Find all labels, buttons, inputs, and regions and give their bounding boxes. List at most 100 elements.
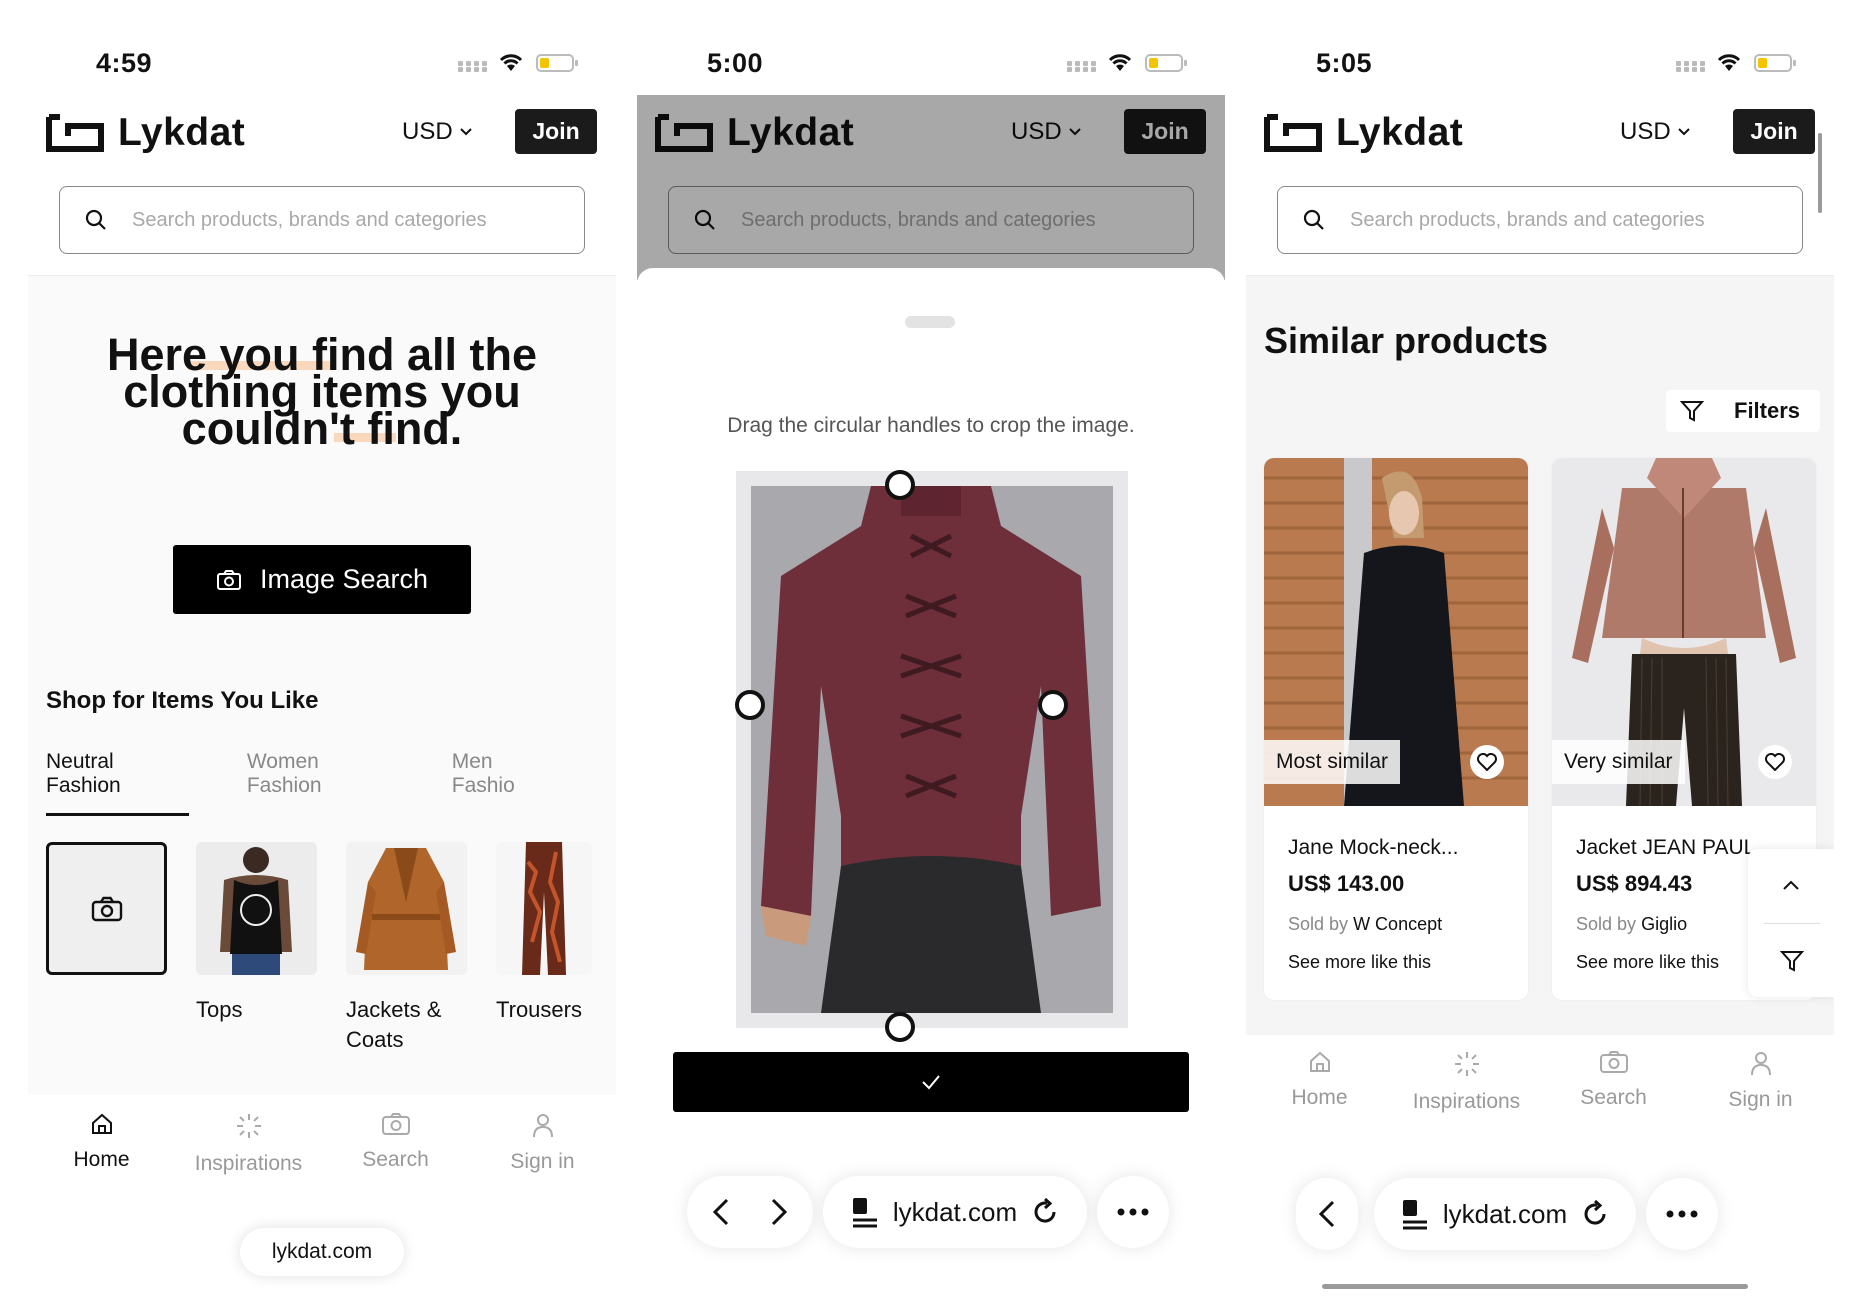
browser-more-button[interactable] xyxy=(1646,1178,1718,1250)
nav-home[interactable]: Home xyxy=(1246,1050,1393,1114)
wishlist-button[interactable] xyxy=(1758,745,1792,779)
tab-women-fashion[interactable]: Women Fashion xyxy=(247,750,392,798)
category-list: Tops Jackets & Coats Trousers xyxy=(46,842,616,1055)
signal-icon-row2 xyxy=(1676,67,1705,72)
image-search-button[interactable]: Image Search xyxy=(173,545,471,614)
uploaded-image xyxy=(751,486,1113,1013)
nav-search[interactable]: Search xyxy=(322,1112,469,1176)
wishlist-button[interactable] xyxy=(1470,745,1504,779)
crop-handle-left[interactable] xyxy=(735,690,765,720)
seller-name[interactable]: Giglio xyxy=(1641,914,1687,934)
floating-actions xyxy=(1748,849,1834,997)
reload-icon[interactable] xyxy=(1031,1198,1059,1226)
tab-men-fashion[interactable]: Men Fashio xyxy=(452,750,556,798)
browser-toolbar: lykdat.com xyxy=(687,1176,1169,1248)
more-icon xyxy=(1666,1210,1698,1218)
product-name[interactable]: Jane Mock-neck... xyxy=(1288,836,1458,860)
nav-label: Home xyxy=(73,1148,130,1171)
category-label: Trousers xyxy=(496,997,582,1022)
signal-icon xyxy=(458,61,487,66)
confirm-crop-button[interactable] xyxy=(673,1052,1189,1112)
status-time: 5:05 xyxy=(1316,48,1373,78)
currency-selector[interactable]: USD xyxy=(402,118,473,146)
join-button[interactable]: Join xyxy=(515,109,597,154)
currency-selector[interactable]: USD xyxy=(1620,118,1691,146)
category-trousers[interactable]: Trousers xyxy=(496,842,616,1055)
scroll-top-icon[interactable] xyxy=(1782,879,1800,891)
product-name[interactable]: Jacket JEAN PAUL xyxy=(1576,836,1755,860)
status-bar: 5:05 xyxy=(1246,0,1834,95)
browser-toolbar: lykdat.com xyxy=(1296,1178,1718,1250)
search-input[interactable]: Search products, brands and categories xyxy=(59,186,585,254)
nav-label: Search xyxy=(1580,1086,1647,1109)
back-icon[interactable] xyxy=(712,1197,730,1227)
chevron-down-icon xyxy=(459,128,472,136)
browser-address-bar[interactable]: lykdat.com xyxy=(1374,1178,1636,1250)
battery-icon xyxy=(1754,54,1796,72)
product-card[interactable]: Most similar Jane Mock-neck... US$ 143.0… xyxy=(1264,458,1528,1000)
search-input[interactable]: Search products, brands and categories xyxy=(1277,186,1803,254)
page-menu-icon xyxy=(852,1198,877,1228)
hero-heading: Here you find all the clothing items you… xyxy=(28,332,616,451)
trousers-image xyxy=(496,842,592,975)
nav-inspirations[interactable]: Inspirations xyxy=(175,1112,322,1176)
category-camera-upload[interactable] xyxy=(46,842,196,1055)
check-icon xyxy=(922,1075,940,1090)
browser-back-pill[interactable] xyxy=(1296,1178,1358,1250)
category-jackets-coats[interactable]: Jackets & Coats xyxy=(346,842,496,1055)
image-search-label: Image Search xyxy=(259,564,429,594)
section-title: Similar products xyxy=(1264,320,1549,361)
logo-mark-icon xyxy=(1264,114,1322,152)
filter-icon xyxy=(1680,401,1704,422)
brand-logo[interactable]: Lykdat xyxy=(46,111,245,155)
logo-mark-icon xyxy=(46,114,104,152)
nav-search[interactable]: Search xyxy=(1540,1050,1687,1114)
status-bar: 5:00 xyxy=(637,0,1225,95)
browser-more-button[interactable] xyxy=(1097,1176,1169,1248)
product-seller: Sold by Giglio xyxy=(1576,914,1687,935)
forward-icon[interactable] xyxy=(770,1197,788,1227)
sheet-grab-handle[interactable] xyxy=(905,316,955,328)
status-time: 4:59 xyxy=(96,48,153,78)
signal-icon-row2 xyxy=(1067,67,1096,72)
page-menu-icon xyxy=(1402,1200,1427,1230)
crop-handle-right[interactable] xyxy=(1038,690,1068,720)
see-more-link[interactable]: See more like this xyxy=(1576,952,1719,973)
phone-home-screen: 4:59 Lykdat USD Join Search products, br… xyxy=(28,0,616,1313)
signal-icon xyxy=(1676,61,1705,66)
browser-nav-pill xyxy=(687,1176,813,1248)
wifi-icon xyxy=(1717,54,1741,71)
browser-url-pill[interactable]: lykdat.com xyxy=(240,1228,404,1276)
seller-name[interactable]: W Concept xyxy=(1353,914,1442,934)
battery-icon xyxy=(1145,54,1187,72)
crop-handle-bottom[interactable] xyxy=(885,1012,915,1042)
signal-icon-row2 xyxy=(458,67,487,72)
tab-neutral-fashion[interactable]: Neutral Fashion xyxy=(46,750,189,816)
status-bar: 4:59 xyxy=(28,0,616,95)
see-more-link[interactable]: See more like this xyxy=(1288,952,1431,973)
crop-hint: Drag the circular handles to crop the im… xyxy=(727,414,1135,437)
status-time: 5:00 xyxy=(707,48,764,78)
scrollbar[interactable] xyxy=(1818,133,1822,213)
crop-handle-top[interactable] xyxy=(885,470,915,500)
nav-sign-in[interactable]: Sign in xyxy=(469,1112,616,1176)
sold-by-label: Sold by xyxy=(1288,914,1349,934)
nav-home[interactable]: Home xyxy=(28,1112,175,1176)
user-icon xyxy=(532,1114,553,1138)
section-title: Shop for Items You Like xyxy=(46,687,319,714)
nav-inspirations[interactable]: Inspirations xyxy=(1393,1050,1540,1114)
category-tops[interactable]: Tops xyxy=(196,842,346,1055)
back-icon xyxy=(1318,1200,1335,1228)
filters-label: Filters xyxy=(1734,398,1801,423)
brand-logo[interactable]: Lykdat xyxy=(1264,111,1463,155)
filters-button[interactable]: Filters xyxy=(1666,390,1820,432)
crop-area[interactable] xyxy=(735,470,1128,1042)
filter-icon[interactable] xyxy=(1780,949,1804,973)
modal-backdrop[interactable] xyxy=(637,95,1225,280)
home-indicator xyxy=(1322,1284,1748,1289)
join-button[interactable]: Join xyxy=(1733,109,1815,154)
reload-icon[interactable] xyxy=(1581,1200,1609,1228)
sold-by-label: Sold by xyxy=(1576,914,1637,934)
browser-address-bar[interactable]: lykdat.com xyxy=(823,1176,1087,1248)
nav-sign-in[interactable]: Sign in xyxy=(1687,1050,1834,1114)
